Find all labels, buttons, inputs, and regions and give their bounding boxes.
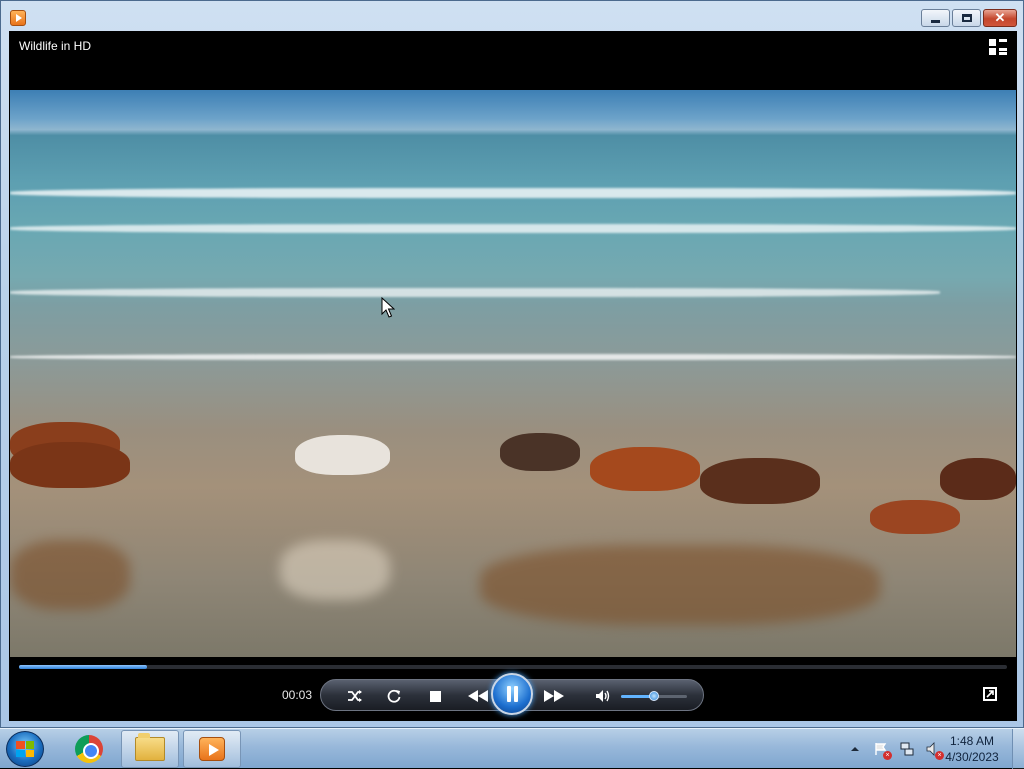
taskbar-explorer[interactable] <box>121 730 179 768</box>
chevron-up-icon <box>851 747 859 751</box>
taskbar-media-player[interactable] <box>183 730 241 768</box>
maximize-icon <box>961 14 972 22</box>
horse-dark <box>500 433 580 471</box>
close-icon: ✕ <box>994 10 1006 25</box>
close-button[interactable]: ✕ <box>983 9 1017 27</box>
show-desktop-button[interactable] <box>1012 729 1024 769</box>
horse-reflection <box>10 540 130 610</box>
action-center-icon[interactable]: × <box>873 741 892 760</box>
windows-logo-icon <box>16 741 34 757</box>
stop-icon <box>429 690 441 702</box>
seek-bar-progress <box>19 665 148 669</box>
horse-bay <box>940 458 1016 500</box>
repeat-icon <box>387 689 401 703</box>
maximize-button[interactable] <box>952 9 981 27</box>
volume-slider-handle[interactable] <box>649 691 659 701</box>
taskbar: × × 1:48 AM 4/30/2023 <box>0 728 1024 769</box>
network-icon-glyph <box>900 742 914 756</box>
clock-date: 4/30/2023 <box>945 750 999 764</box>
horse-reflection <box>480 545 880 625</box>
horse-brown <box>10 442 130 488</box>
wave-crest <box>10 188 1016 198</box>
seek-bar[interactable] <box>19 665 1007 669</box>
fast-forward-icon <box>544 690 564 702</box>
start-button[interactable] <box>6 731 44 767</box>
taskbar-chrome[interactable] <box>60 730 118 768</box>
fullscreen-icon <box>986 690 994 698</box>
minimize-icon <box>931 19 940 23</box>
media-player-icon[interactable] <box>10 10 26 26</box>
previous-button[interactable] <box>465 686 491 706</box>
chrome-icon <box>75 735 103 763</box>
horse-bay <box>700 458 820 504</box>
volume-icon[interactable]: × <box>925 741 944 760</box>
next-button[interactable] <box>541 686 567 706</box>
video-frame[interactable] <box>10 90 1016 657</box>
notification-area: × × <box>842 729 946 769</box>
clock-time: 1:48 AM <box>949 734 995 748</box>
horse-white <box>295 435 390 475</box>
elapsed-time: 00:03 <box>282 688 313 702</box>
rewind-icon <box>468 690 488 702</box>
pause-icon <box>507 686 518 702</box>
shuffle-icon <box>348 690 362 702</box>
window-controls: ✕ <box>919 9 1017 27</box>
wave-crest <box>10 288 940 297</box>
folder-icon <box>135 733 165 761</box>
now-playing-view[interactable]: Wildlife in HD 00:03 <box>9 31 1017 721</box>
minimize-button[interactable] <box>921 9 950 27</box>
taskbar-clock[interactable]: 1:48 AM 4/30/2023 <box>940 733 1004 765</box>
shuffle-button[interactable] <box>345 686 365 706</box>
wave-crest <box>10 224 1016 233</box>
mute-button[interactable] <box>593 686 613 706</box>
title-bar[interactable]: ✕ <box>1 1 1023 31</box>
show-hidden-icons-button[interactable] <box>847 741 863 757</box>
horse-reflection <box>280 540 390 600</box>
horse-chestnut <box>590 447 700 491</box>
video-title: Wildlife in HD <box>19 39 92 53</box>
switch-to-library-icon[interactable] <box>989 39 1007 55</box>
wave-crest <box>10 354 1016 360</box>
volume-slider[interactable] <box>621 691 687 701</box>
repeat-button[interactable] <box>384 686 404 706</box>
speaker-icon <box>596 690 610 702</box>
network-icon[interactable] <box>899 741 915 757</box>
horse-foal <box>870 500 960 534</box>
warning-x-icon: × <box>883 751 892 760</box>
media-player-icon <box>199 737 225 761</box>
fullscreen-button[interactable] <box>983 687 997 701</box>
stop-button[interactable] <box>425 686 445 706</box>
mouse-cursor-icon <box>381 297 395 318</box>
playback-controls <box>320 673 704 715</box>
media-player-window: ✕ Wildlife in HD 00:03 <box>0 0 1024 728</box>
pause-button[interactable] <box>491 673 533 715</box>
